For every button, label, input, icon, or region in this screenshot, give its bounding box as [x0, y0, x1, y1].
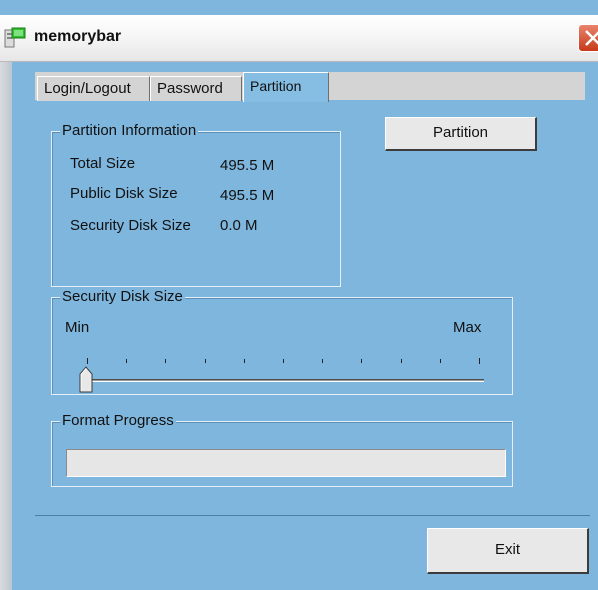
window-title: memorybar	[34, 28, 122, 45]
security-disk-size-label: Security Disk Size	[70, 217, 191, 234]
slider-tick	[205, 359, 206, 363]
title-bar[interactable]: memorybar	[0, 15, 598, 62]
slider-tick	[87, 358, 88, 364]
slider-tick	[244, 359, 245, 363]
total-size-label: Total Size	[70, 155, 136, 172]
partition-button[interactable]: Partition	[385, 117, 537, 151]
slider-tick	[440, 359, 441, 363]
security-disk-size-slider-thumb[interactable]	[79, 366, 93, 393]
slider-tick	[126, 359, 127, 363]
app-window: memorybar Login/Logout Password Partitio…	[0, 0, 598, 590]
slider-tick	[401, 359, 402, 363]
close-icon	[585, 30, 598, 46]
exit-button[interactable]: Exit	[427, 528, 589, 574]
tab-password[interactable]: Password	[150, 76, 242, 101]
slider-tick	[283, 359, 284, 363]
format-progress-bar	[66, 449, 506, 477]
security-disk-size-legend: Security Disk Size	[60, 288, 185, 306]
slider-min-label: Min	[65, 319, 90, 336]
format-progress-legend: Format Progress	[60, 412, 176, 430]
slider-tick	[361, 359, 362, 363]
slider-tick	[322, 359, 323, 363]
public-disk-size-value: 495.5 M	[220, 187, 275, 204]
tab-partition[interactable]: Partition	[243, 72, 329, 102]
app-icon	[4, 27, 26, 49]
slider-max-label: Max	[453, 319, 482, 336]
total-size-value: 495.5 M	[220, 157, 275, 174]
partition-information-legend: Partition Information	[60, 122, 199, 140]
slider-tick	[165, 359, 166, 363]
close-button[interactable]	[578, 24, 598, 52]
public-disk-size-label: Public Disk Size	[70, 185, 178, 202]
slider-tick	[479, 358, 480, 364]
security-disk-size-value: 0.0 M	[220, 217, 258, 234]
security-disk-size-slider-track[interactable]	[84, 379, 484, 382]
tab-login-logout[interactable]: Login/Logout	[37, 76, 150, 101]
window-frame-left	[0, 62, 12, 590]
